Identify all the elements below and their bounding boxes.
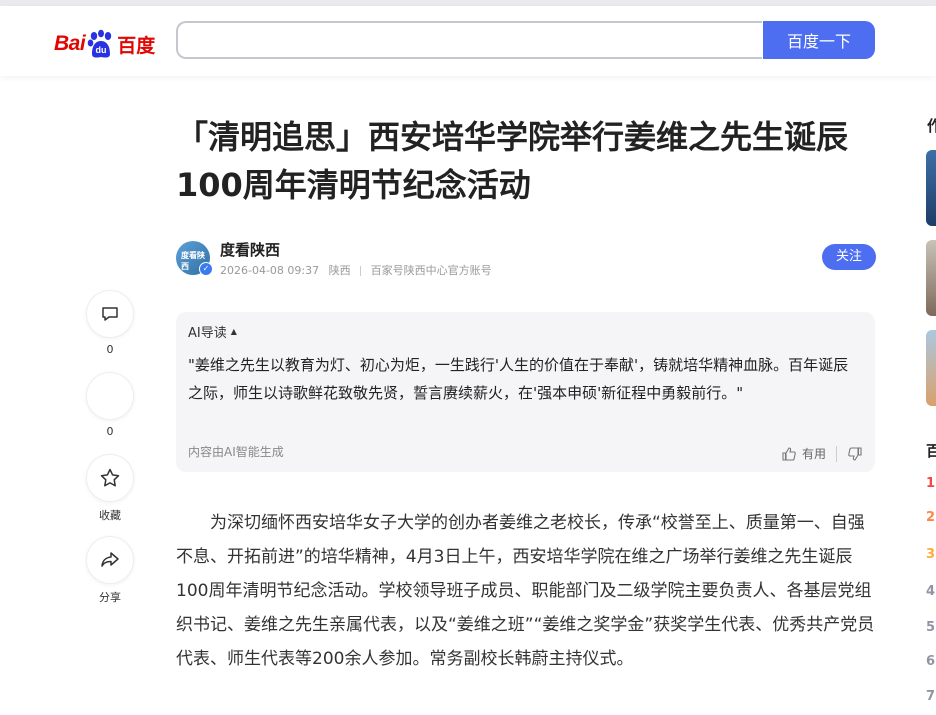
hot-rank-number[interactable]: 3	[926, 547, 935, 562]
account-description: 百家号陕西中心官方账号	[370, 264, 492, 277]
comment-button[interactable]	[86, 290, 134, 338]
share-action: 分享	[86, 536, 134, 618]
floating-action-bar: 0 0 收藏 分享	[86, 290, 134, 618]
comment-count: 0	[106, 343, 114, 356]
collect-action: 收藏	[86, 454, 134, 536]
ai-summary-text: "姜维之先生以教育为灯、初心为炬，一生践行'人生的价值在于奉献'，铸就培华精神血…	[188, 356, 849, 402]
useful-button[interactable]: 有用	[781, 445, 826, 462]
sidebar-section-heading: 作	[927, 117, 936, 135]
baidu-paw-icon: du	[87, 29, 112, 58]
hot-rank-number[interactable]: 2	[926, 510, 935, 525]
share-label: 分享	[99, 591, 121, 604]
feedback-divider	[836, 445, 837, 462]
hot-rank-number[interactable]: 1	[926, 476, 935, 491]
hot-rank-number[interactable]: 4	[926, 584, 935, 599]
article-paragraph: 为深切缅怀西安培华女子大学的创办者姜维之老校长，传承“校誉至上、质量第一、自强不…	[176, 513, 875, 669]
publish-region: 陕西	[328, 264, 351, 277]
ai-summary-footer: 内容由AI智能生成	[188, 445, 284, 459]
search-button[interactable]: 百度一下	[763, 21, 875, 59]
hot-rank-number[interactable]: 6	[926, 654, 935, 669]
meta-divider	[360, 266, 362, 276]
article-title: 「清明追思」西安培华学院举行姜维之先生诞辰100周年清明节纪念活动	[176, 118, 849, 204]
author-name[interactable]: 度看陕西	[220, 239, 280, 260]
search-box[interactable]	[176, 21, 762, 59]
site-header: Bai du 百度 百度一下	[0, 6, 936, 76]
verified-icon: ✓	[199, 262, 213, 276]
like-action: 0	[86, 372, 134, 454]
logo-bai-text: Bai	[54, 32, 86, 55]
author-bar: 度看陕西 ✓ 度看陕西 2026-04-08 09:37 陕西 百家号陕西中心官…	[176, 238, 876, 278]
share-icon	[101, 552, 119, 567]
like-button[interactable]	[86, 372, 134, 420]
ai-summary-heading: AI导读	[188, 326, 227, 341]
like-count: 0	[106, 425, 114, 438]
follow-button[interactable]: 关注	[822, 244, 876, 270]
caret-up-icon: ▲	[230, 327, 237, 336]
ai-feedback: 有用	[781, 445, 863, 462]
logo-paw-text: du	[96, 45, 107, 55]
ai-summary-box: AI导读 ▲ "姜维之先生以教育为灯、初心为炬，一生践行'人生的价值在于奉献'，…	[176, 312, 875, 472]
comment-action: 0	[86, 290, 134, 372]
collect-label: 收藏	[99, 509, 121, 522]
publish-datetime: 2026-04-08 09:37	[220, 264, 320, 277]
collect-button[interactable]	[86, 454, 134, 502]
sidebar-thumbnail[interactable]	[926, 150, 936, 226]
search-input[interactable]	[178, 23, 762, 57]
share-button[interactable]	[86, 536, 134, 584]
sidebar-thumbnail[interactable]	[926, 240, 936, 316]
ai-summary-header[interactable]: AI导读 ▲	[188, 322, 863, 341]
baidu-logo[interactable]: Bai du 百度	[54, 28, 155, 60]
logo-du-text: 百度	[117, 34, 156, 57]
right-sidebar: 作 百 1 2 3 4 5 6 7	[925, 110, 936, 715]
sidebar-thumbnail[interactable]	[926, 330, 936, 406]
thumbs-up-icon	[782, 446, 796, 461]
star-icon	[100, 468, 120, 487]
hot-rank-number[interactable]: 7	[926, 689, 935, 704]
hot-list-heading: 百	[926, 442, 936, 460]
thumbs-down-icon[interactable]	[847, 446, 863, 462]
comment-icon	[102, 307, 118, 321]
useful-label: 有用	[801, 447, 826, 461]
hot-rank-number[interactable]: 5	[926, 620, 935, 635]
author-meta: 2026-04-08 09:37 陕西 百家号陕西中心官方账号	[220, 262, 492, 278]
